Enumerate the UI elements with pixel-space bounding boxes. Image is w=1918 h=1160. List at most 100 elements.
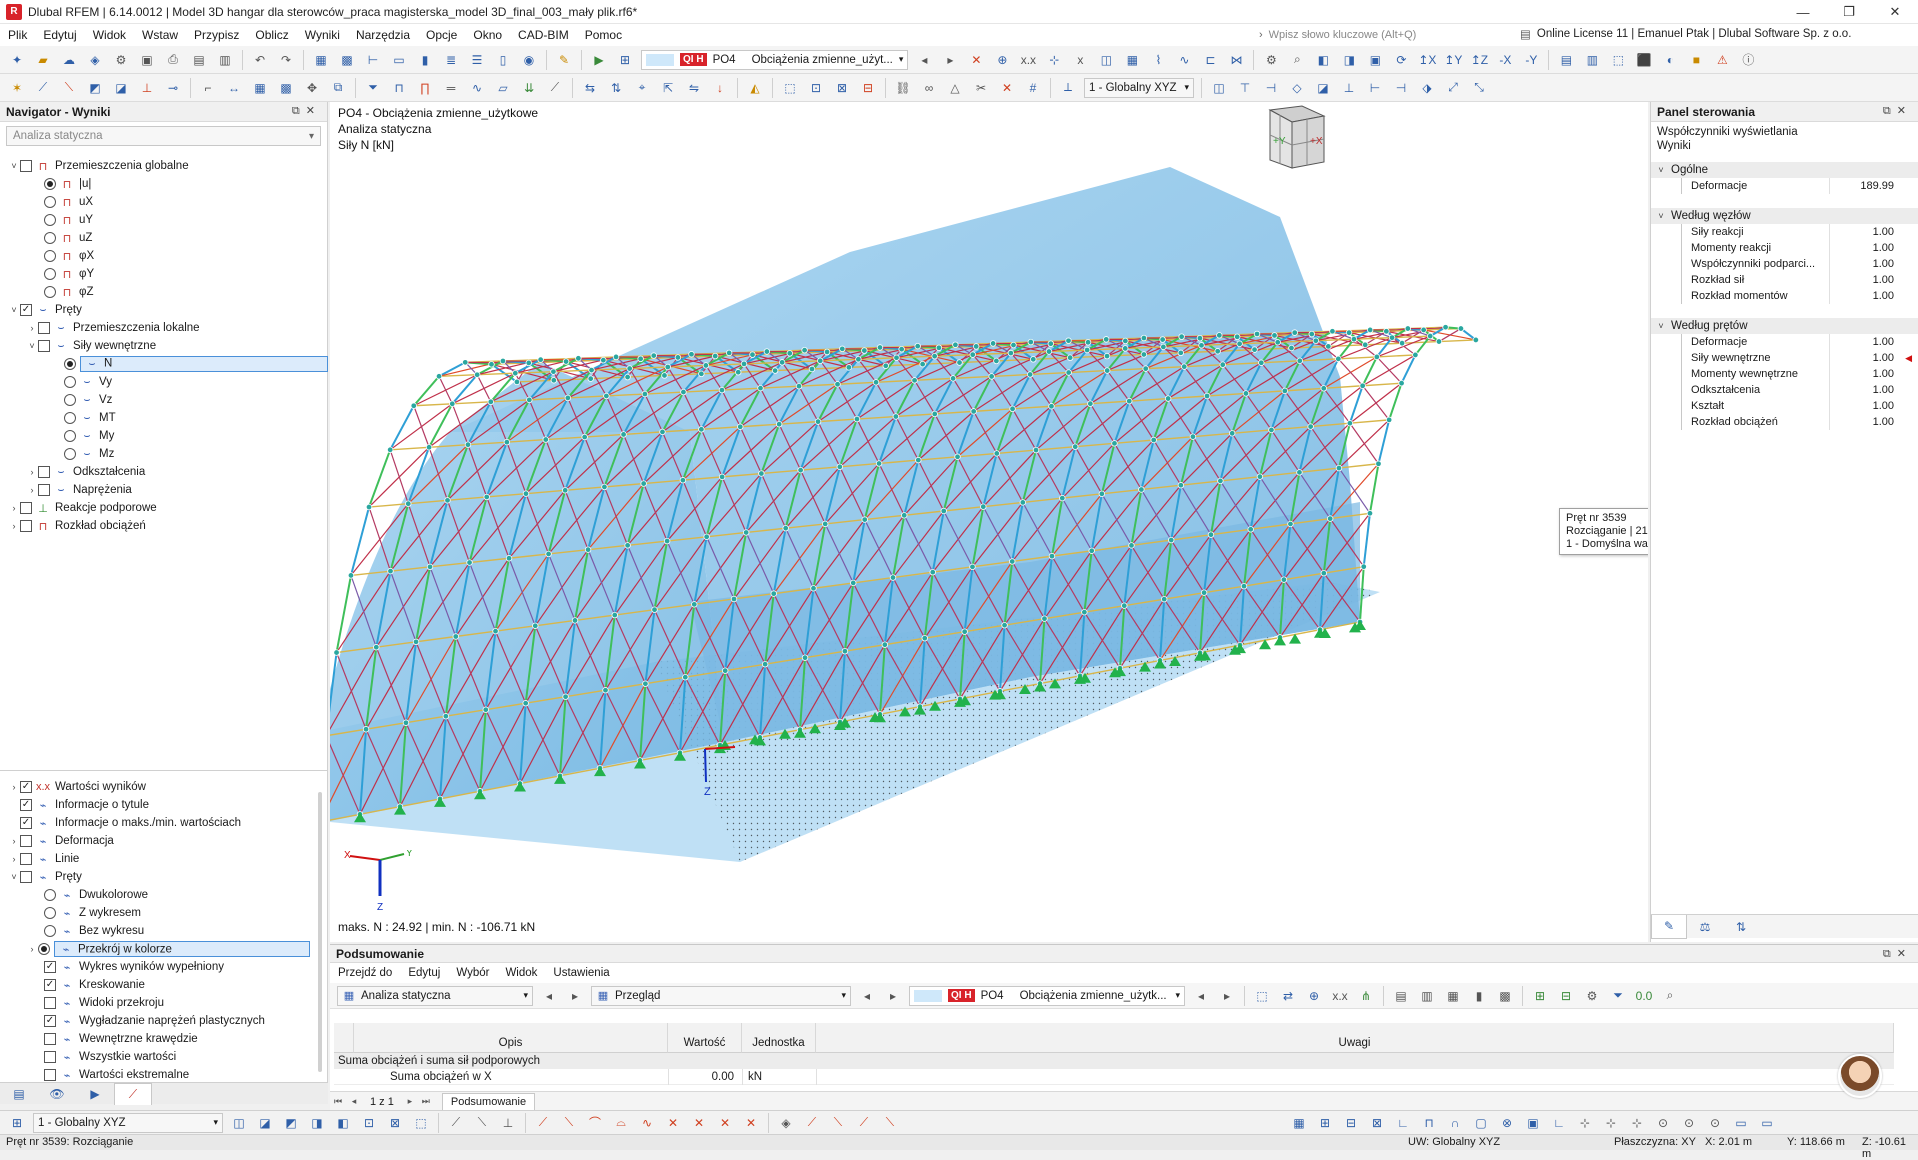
arc-icon[interactable]: ⌒ [585,1113,605,1133]
toggle-11-icon[interactable]: ∟ [1549,1113,1569,1133]
plate-icon[interactable]: ▱ [493,78,513,98]
draw-3-icon[interactable]: ⊥ [498,1113,518,1133]
grid-icon[interactable]: ▩ [1495,986,1515,1006]
display-item-hatching[interactable]: ✓⌁Kreskowanie [44,976,145,994]
toggle-6-icon[interactable]: ⊓ [1419,1113,1439,1133]
wave-icon[interactable]: ∿ [467,78,487,98]
move-icon[interactable]: ✥ [302,78,322,98]
maximize-icon[interactable]: ❐ [1826,0,1872,24]
cross-3-icon[interactable]: ✕ [715,1113,735,1133]
draw-2-icon[interactable]: ⟍ [472,1113,492,1133]
toggle-12-icon[interactable]: ⊹ [1575,1113,1595,1133]
table-icon[interactable]: ▦ [311,50,331,70]
hinge-icon[interactable]: ⊸ [163,78,183,98]
solid-model-icon[interactable]: ◪ [111,78,131,98]
table-group-row[interactable]: Suma obciążeń i suma sił podporowych [334,1053,1894,1069]
view-back-icon[interactable]: ◪ [1313,78,1333,98]
display-item-members[interactable]: ˅⌁Pręty [8,868,82,886]
tree-item-vz[interactable]: ⌣Vz [64,391,112,409]
tree-item-global-displacements[interactable]: ˅⊓Przemieszczenia globalne [8,157,189,175]
tree-item-uz[interactable]: ⊓uZ [44,229,92,247]
tree-item-strains[interactable]: ›⌣Odkształcenia [26,463,145,481]
bottom-coordinate-system-selector[interactable]: 1 - Globalny XYZ ▾ [33,1113,223,1133]
grid-snap-icon[interactable]: # [1023,78,1043,98]
settings-icon[interactable]: ⚙ [1582,986,1602,1006]
factor-row[interactable]: Siły wewnętrzne1.00◀ [1651,350,1918,366]
stack-icon[interactable]: ☰ [467,50,487,70]
delete-icon[interactable]: ✕ [997,78,1017,98]
transparency-icon[interactable]: ◐ [1660,50,1680,70]
draw-1-icon[interactable]: ⟋ [446,1113,466,1133]
load-icon[interactable]: ⇊ [519,78,539,98]
support-icon[interactable]: ⊥ [137,78,157,98]
toggle-4-icon[interactable]: ⊠ [1367,1113,1387,1133]
keyword-search-input[interactable]: › Wpisz słowo kluczowe (Alt+Q) [1252,25,1512,45]
toggle-13-icon[interactable]: ⊹ [1601,1113,1621,1133]
decimal-icon[interactable]: 0.0 [1634,986,1654,1006]
hangar-model-3d[interactable]: Z [330,102,1648,942]
tree-item-n[interactable]: ⌣N [64,355,328,373]
member-2-icon[interactable]: ⟍ [559,1113,579,1133]
menu-oblicz[interactable]: Oblicz [247,28,296,42]
previous-icon[interactable]: ◂ [1191,986,1211,1006]
member-icon[interactable]: ⟍ [59,78,79,98]
section-icon[interactable]: ▭ [389,50,409,70]
group-header[interactable]: ˅Według prętów [1651,318,1918,334]
surface-icon[interactable]: ◩ [85,78,105,98]
extrude-icon[interactable]: ⇱ [658,78,678,98]
toggle-14-icon[interactable]: ⊹ [1627,1113,1647,1133]
view-left-icon[interactable]: ⊢ [1365,78,1385,98]
menu-plik[interactable]: Plik [0,28,35,42]
panel-icon[interactable]: ▯ [493,50,513,70]
show-results-icon[interactable]: ⊕ [992,50,1012,70]
tab-summary[interactable]: Podsumowanie [442,1093,535,1110]
mirror-icon[interactable]: ⇋ [684,78,704,98]
view-zoom-icon[interactable]: ⤢ [1443,78,1463,98]
panel-controls[interactable]: ⧉✕ [1883,104,1912,118]
toggle-15-icon[interactable]: ⊙ [1653,1113,1673,1133]
display-item-title-info[interactable]: ✓⌁Informacje o tytule [8,796,149,814]
view-iso-icon[interactable]: ◇ [1287,78,1307,98]
menu-wstaw[interactable]: Wstaw [134,28,186,42]
toggle-2-icon[interactable]: ⊞ [1315,1113,1335,1133]
summary-menu-view[interactable]: Widok [497,967,545,979]
x-values-icon[interactable]: x [1070,50,1090,70]
display-icon[interactable]: ▤ [1556,50,1576,70]
display-item-two-colors[interactable]: ⌁Dwukolorowe [44,886,148,904]
tree-item-local-displacements[interactable]: ›⌣Przemieszczenia lokalne [26,319,200,337]
factor-row[interactable]: Siły reakcji1.00 [1651,224,1918,240]
summary-load-case-combo[interactable]: QI H PO4 Obciążenia zmienne_użytk... ▾ [909,986,1185,1006]
select-icon[interactable]: ⬚ [1252,986,1272,1006]
tool-5-icon[interactable]: ⟍ [880,1113,900,1133]
result-values-icon[interactable]: x.x [1018,50,1038,70]
axis-z-icon[interactable]: ↥Z [1469,50,1489,70]
next-icon[interactable]: ▸ [565,986,585,1006]
previous-icon[interactable]: ◂ [539,986,559,1006]
load-case-selector[interactable]: QI H PO4 Obciążenia zmienne_użyt... ▾ [641,50,908,70]
print-icon[interactable]: ⎙ [163,50,183,70]
next-icon[interactable]: ▸ [883,986,903,1006]
show-results-icon[interactable]: ⊕ [1304,986,1324,1006]
toggle-19-icon[interactable]: ▭ [1757,1113,1777,1133]
box-view-icon[interactable]: ▣ [1365,50,1385,70]
menu-wyniki[interactable]: Wyniki [297,28,348,42]
factor-row[interactable]: Momenty reakcji1.00 [1651,240,1918,256]
tab-factors-icon[interactable]: ✎ [1651,915,1687,939]
rotate-icon[interactable]: ⟳ [1391,50,1411,70]
tool-1-icon[interactable]: ◈ [776,1113,796,1133]
report-icon[interactable]: ▤ [189,50,209,70]
frame-icon[interactable]: ⊓ [389,78,409,98]
solid-icon[interactable]: ⬛ [1634,50,1654,70]
calculate-icon[interactable]: ▶ [589,50,609,70]
line-icon[interactable]: ⟋ [33,78,53,98]
table-icon[interactable]: ▤ [1391,986,1411,1006]
mesh-icon[interactable]: ▦ [1122,50,1142,70]
export-icon[interactable]: ⊟ [1556,986,1576,1006]
coordinate-system-icon[interactable]: ⟂ [1058,78,1078,98]
view-persp-icon[interactable]: ⬗ [1417,78,1437,98]
tool-4-icon[interactable]: ⟋ [854,1113,874,1133]
summary-menu-edit[interactable]: Edytuj [400,967,448,979]
toggle-1-icon[interactable]: ▦ [1289,1113,1309,1133]
toggle-5-icon[interactable]: ∟ [1393,1113,1413,1133]
view-front-icon[interactable]: ◫ [1209,78,1229,98]
